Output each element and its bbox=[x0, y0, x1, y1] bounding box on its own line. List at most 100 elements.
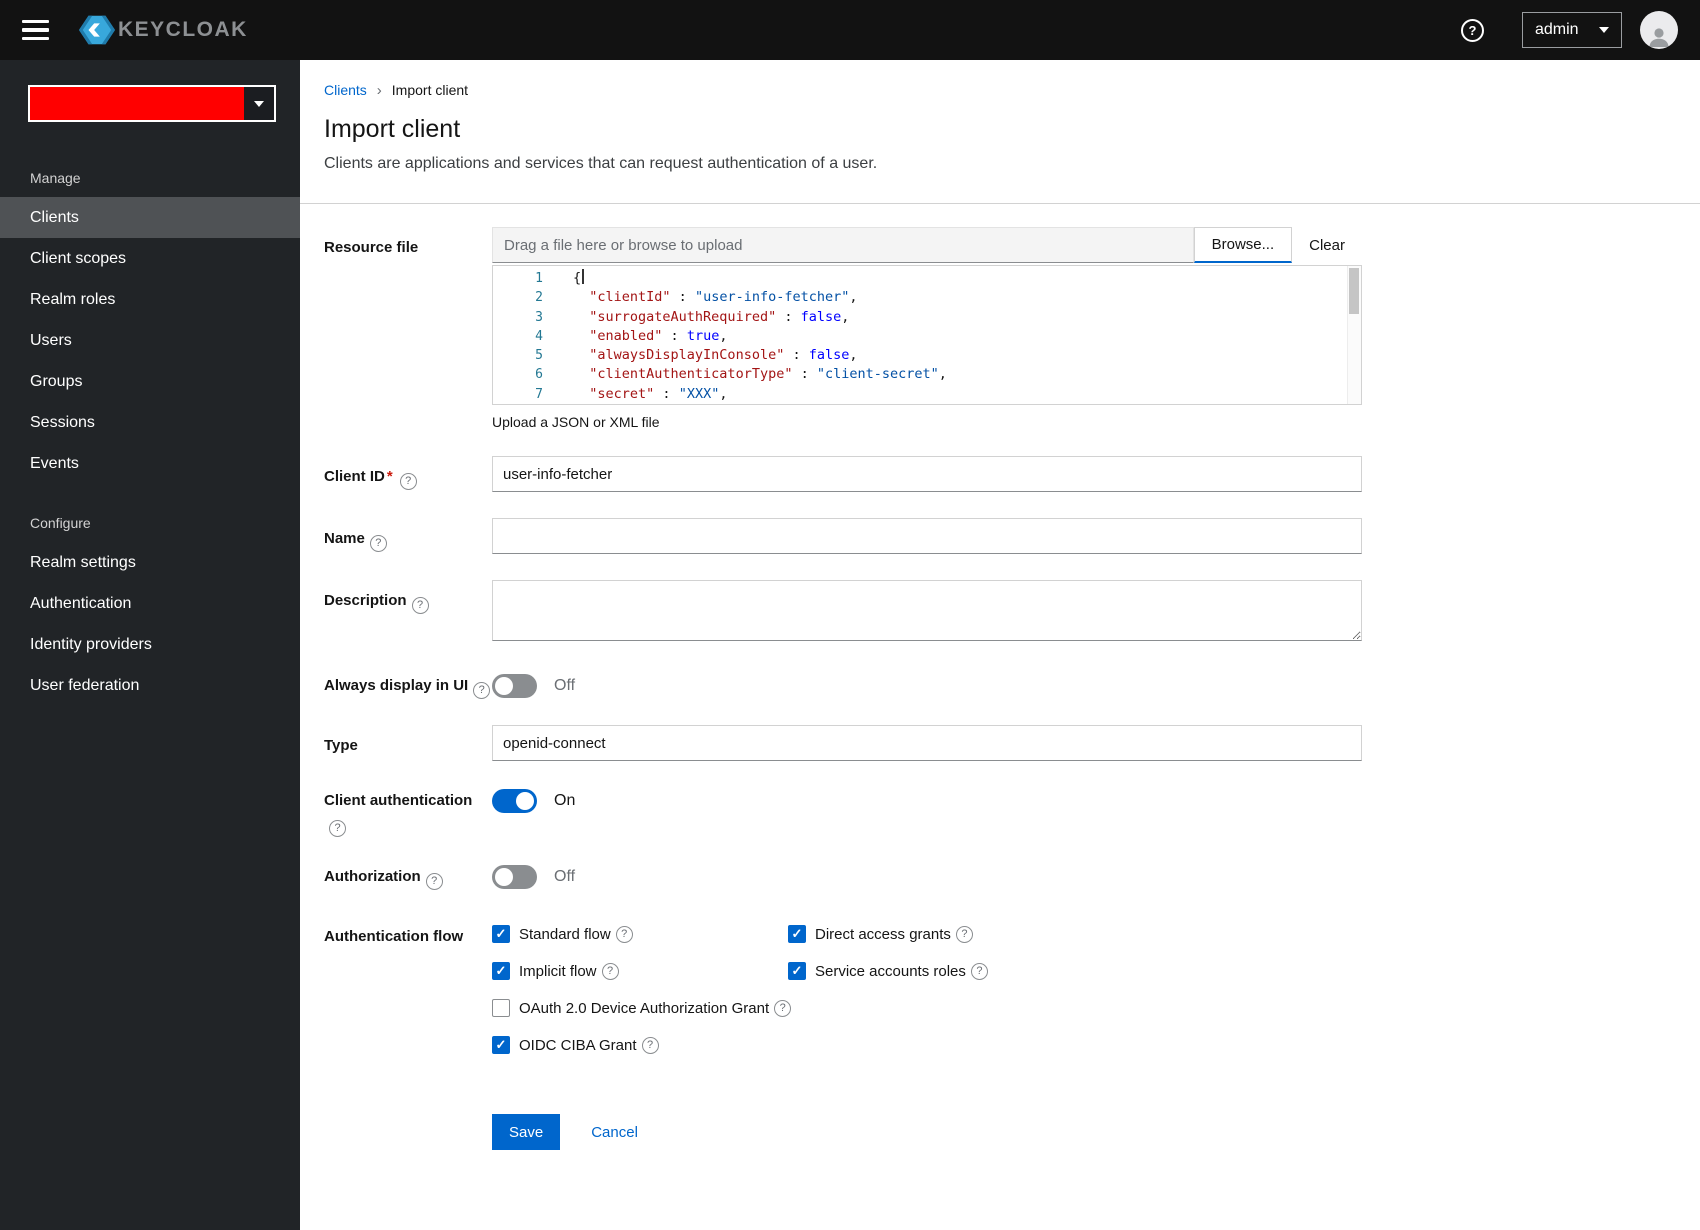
code-line: 2 "clientId" : "user-info-fetcher", bbox=[493, 288, 1361, 307]
json-code-editor[interactable]: 1{2 "clientId" : "user-info-fetcher", 3 "… bbox=[492, 265, 1362, 405]
auth-flow-standard-flow[interactable]: Standard flow ? bbox=[492, 925, 788, 944]
checkbox[interactable] bbox=[492, 925, 510, 944]
help-icon[interactable]: ? bbox=[601, 962, 619, 980]
code-line: 7 "secret" : "XXX", bbox=[493, 385, 1361, 404]
help-icon[interactable]: ? bbox=[425, 873, 443, 891]
nav-section-header: Configure bbox=[30, 515, 91, 531]
description-textarea[interactable] bbox=[492, 580, 1362, 641]
toggle-state-label: On bbox=[554, 792, 576, 810]
checkbox[interactable] bbox=[492, 962, 510, 981]
authorization-label: Authorization? bbox=[324, 863, 492, 891]
sidebar-item-groups[interactable]: Groups bbox=[0, 361, 300, 402]
editor-scrollbar-thumb[interactable] bbox=[1349, 268, 1359, 314]
sidebar-item-label: Authentication bbox=[30, 594, 132, 612]
editor-scrollbar[interactable] bbox=[1347, 266, 1361, 404]
brand-logo[interactable]: KEYCLOAK bbox=[79, 15, 248, 45]
checkbox-label: OAuth 2.0 Device Authorization Grant bbox=[519, 999, 770, 1017]
auth-flow-service-accounts-roles[interactable]: Service accounts roles ? bbox=[788, 962, 1362, 981]
help-icon[interactable]: ? bbox=[970, 962, 988, 980]
sidebar-item-users[interactable]: Users bbox=[0, 320, 300, 361]
help-icon[interactable]: ? bbox=[641, 1036, 659, 1054]
topbar: KEYCLOAK ? admin bbox=[0, 0, 1700, 60]
auth-flow-oidc-ciba-grant[interactable]: OIDC CIBA Grant ? bbox=[492, 1036, 1362, 1055]
sidebar: Manage Clients Client scopes Realm roles… bbox=[0, 60, 300, 1230]
main-content: Clients › Import client Import client Cl… bbox=[300, 60, 1700, 1230]
file-upload-dropzone[interactable]: Drag a file here or browse to upload bbox=[492, 227, 1194, 263]
sidebar-item-identity-providers[interactable]: Identity providers bbox=[0, 624, 300, 665]
sidebar-item-sessions[interactable]: Sessions bbox=[0, 402, 300, 443]
sidebar-item-user-federation[interactable]: User federation bbox=[0, 665, 300, 706]
type-input[interactable] bbox=[492, 725, 1362, 762]
code-line: 1{ bbox=[493, 269, 1361, 288]
auth-flow-direct-access-grants[interactable]: Direct access grants ? bbox=[788, 925, 1362, 944]
nav-section-header: Manage bbox=[30, 170, 81, 186]
checkbox-label: Standard flow bbox=[519, 925, 611, 943]
breadcrumb-current: Import client bbox=[391, 82, 469, 98]
save-button[interactable]: Save bbox=[492, 1114, 561, 1151]
resource-file-label: Resource file bbox=[324, 239, 419, 256]
checkbox[interactable] bbox=[788, 925, 806, 944]
help-icon[interactable]: ? bbox=[369, 535, 387, 553]
line-number: 4 bbox=[535, 328, 543, 344]
file-upload: Drag a file here or browse to upload Bro… bbox=[492, 227, 1362, 263]
sidebar-item-events[interactable]: Events bbox=[0, 443, 300, 484]
sidebar-item-client-scopes[interactable]: Client scopes bbox=[0, 238, 300, 279]
client-authentication-toggle[interactable] bbox=[492, 789, 537, 814]
chevron-down-icon bbox=[254, 100, 264, 107]
help-icon[interactable]: ? bbox=[473, 682, 491, 700]
help-icon[interactable]: ? bbox=[615, 925, 633, 943]
browse-button[interactable]: Browse... bbox=[1193, 227, 1293, 263]
client-id-input[interactable] bbox=[492, 456, 1362, 492]
name-input[interactable] bbox=[492, 518, 1362, 554]
user-menu-dropdown[interactable]: admin bbox=[1522, 12, 1622, 48]
always-display-label: Always display in UI? bbox=[324, 672, 492, 700]
help-icon[interactable]: ? bbox=[411, 597, 429, 615]
brand-text: KEYCLOAK bbox=[118, 18, 248, 41]
name-label: Name? bbox=[324, 518, 492, 554]
page: KEYCLOAK ? admin Manage Clients Client s… bbox=[0, 0, 1700, 1230]
checkbox[interactable] bbox=[492, 999, 510, 1018]
line-number: 3 bbox=[535, 309, 543, 325]
authorization-row: Authorization? Off bbox=[324, 863, 1676, 891]
sidebar-item-authentication[interactable]: Authentication bbox=[0, 583, 300, 624]
type-row: Type bbox=[324, 725, 1676, 762]
client-id-label: Client ID *? bbox=[324, 456, 492, 492]
sidebar-item-label: Events bbox=[30, 454, 79, 472]
hamburger-menu-icon[interactable] bbox=[22, 20, 49, 40]
help-icon[interactable]: ? bbox=[955, 925, 973, 943]
auth-flow-oauth-device-grant[interactable]: OAuth 2.0 Device Authorization Grant ? bbox=[492, 999, 1362, 1018]
checkbox[interactable] bbox=[788, 962, 806, 981]
always-display-toggle[interactable] bbox=[492, 674, 537, 698]
code-line: 4 "enabled" : true, bbox=[493, 327, 1361, 346]
sidebar-item-label: Sessions bbox=[30, 413, 95, 431]
page-subtitle: Clients are applications and services th… bbox=[324, 155, 878, 172]
help-icon[interactable]: ? bbox=[774, 999, 792, 1017]
help-icon[interactable]: ? bbox=[399, 473, 417, 491]
sidebar-item-label: Groups bbox=[30, 372, 83, 390]
sidebar-item-realm-roles[interactable]: Realm roles bbox=[0, 279, 300, 320]
auth-flow-implicit-flow[interactable]: Implicit flow ? bbox=[492, 962, 788, 981]
cancel-button[interactable]: Cancel bbox=[591, 1124, 638, 1141]
description-row: Description? bbox=[324, 580, 1676, 646]
authorization-toggle[interactable] bbox=[492, 865, 537, 890]
sidebar-item-label: Realm settings bbox=[30, 553, 136, 571]
line-number: 1 bbox=[535, 271, 543, 286]
sidebar-item-realm-settings[interactable]: Realm settings bbox=[0, 542, 300, 583]
help-icon[interactable]: ? bbox=[1461, 18, 1484, 42]
required-asterisk: * bbox=[386, 468, 393, 485]
sidebar-item-clients[interactable]: Clients bbox=[0, 197, 300, 238]
form-actions: Save Cancel bbox=[492, 1114, 1676, 1151]
breadcrumb: Clients › Import client bbox=[324, 82, 1676, 98]
nav-section-configure: Configure Realm settings Authentication … bbox=[0, 515, 300, 706]
person-icon bbox=[1649, 28, 1669, 47]
breadcrumb-link-clients[interactable]: Clients bbox=[324, 82, 367, 98]
realm-selector-dropdown[interactable] bbox=[28, 85, 276, 122]
page-title: Import client bbox=[324, 115, 461, 143]
checkbox[interactable] bbox=[492, 1036, 510, 1055]
checkbox-label: OIDC CIBA Grant bbox=[519, 1036, 637, 1054]
always-display-row: Always display in UI? Off bbox=[324, 672, 1676, 700]
help-icon[interactable]: ? bbox=[329, 820, 346, 838]
clear-button[interactable]: Clear bbox=[1292, 227, 1362, 263]
sidebar-item-label: Client scopes bbox=[30, 249, 127, 267]
avatar[interactable] bbox=[1640, 11, 1678, 49]
